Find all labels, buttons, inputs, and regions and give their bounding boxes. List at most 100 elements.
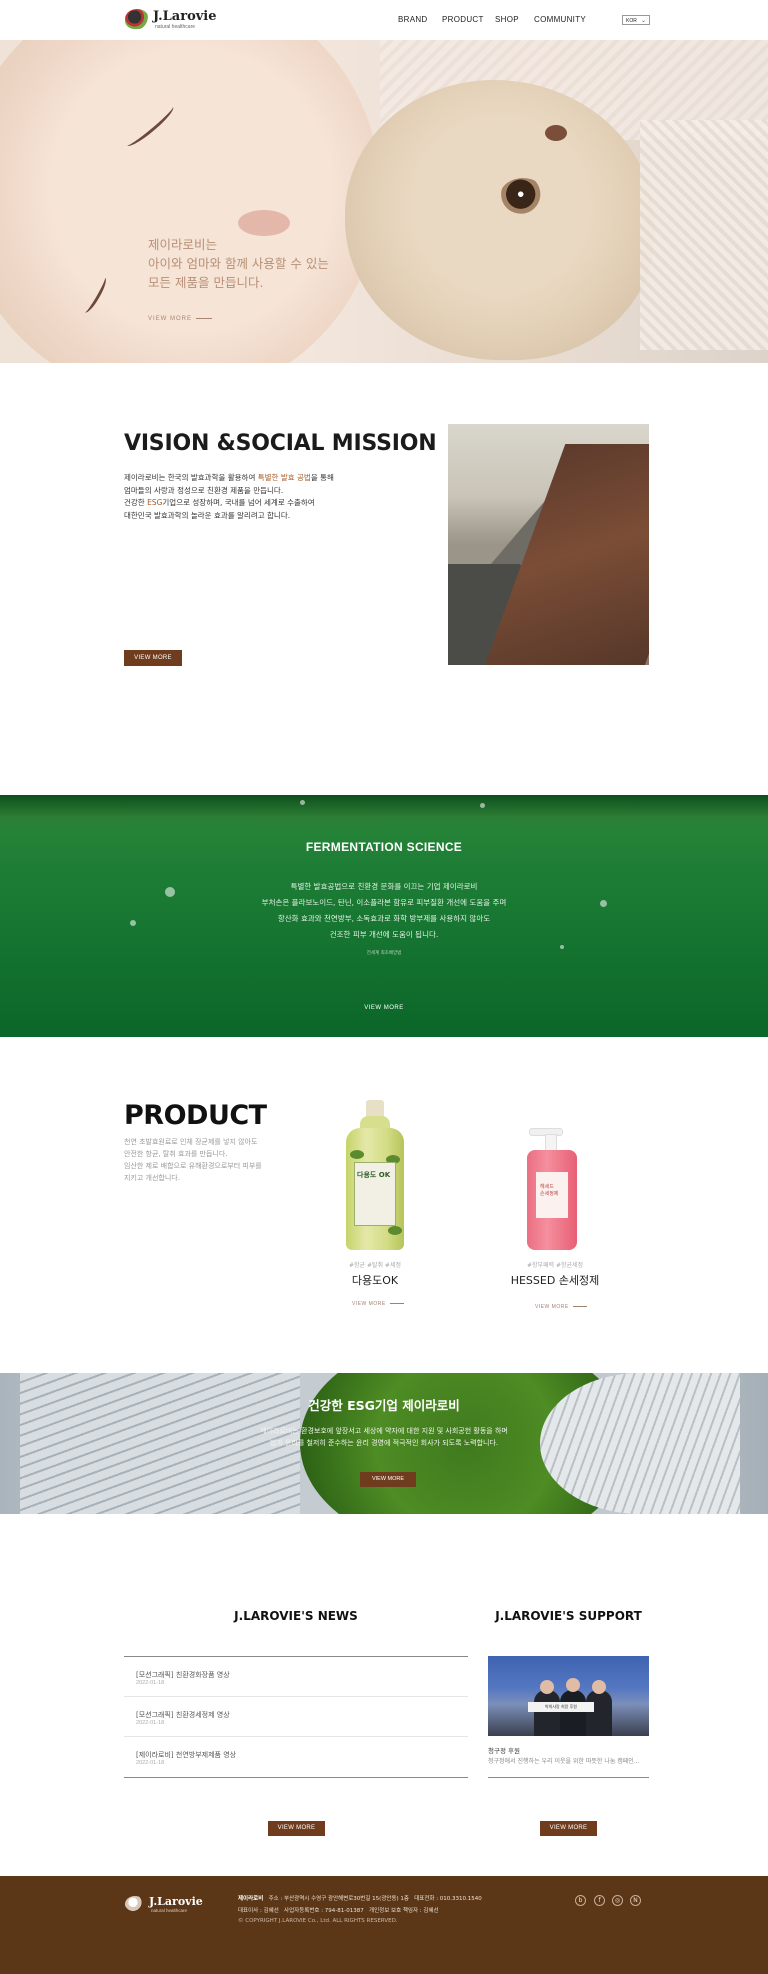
news-item[interactable]: [모션그래픽] 친환경화장품 영상 2022-01-18	[124, 1657, 468, 1697]
vision-text: 제이라로비는 한국의 발효과학을 활용하여 특별한 발효 공법을 통해 엄마들의…	[124, 472, 334, 522]
vision-line-4: 대한민국 발효과학의 놀라운 효과를 알리려고 합니다.	[124, 510, 291, 520]
logo-emblem-icon	[125, 9, 149, 29]
footer-company: 제이라로비	[238, 1896, 264, 1902]
product-tags: #항균 #탈취 #세정	[348, 1262, 402, 1269]
bottle-label-text: 다용도 OK	[357, 1171, 391, 1179]
support-photo: 박희사랑 희망 후원	[488, 1656, 649, 1736]
vision-line-3a: 건강한	[124, 498, 148, 507]
instagram-icon[interactable]: ◎	[612, 1895, 623, 1906]
photo-person	[586, 1690, 612, 1736]
footer-copyright: © COPYRIGHT J.LAROVIE Co., Ltd. ALL RIGH…	[238, 1918, 398, 1924]
vision-line-1c: 을 통해	[310, 473, 334, 482]
news-item-title: [제이라로비] 천연방부제제품 영상	[136, 1751, 237, 1759]
hero-child-face	[0, 40, 380, 363]
photo-banner: 박희사랑 희망 후원	[528, 1702, 594, 1712]
fermentation-section: FERMENTATION SCIENCE 특별한 발효공법으로 친환경 문화를 …	[0, 795, 768, 1037]
news-item-title: [모션그래픽] 친환경화장품 영상	[136, 1671, 230, 1679]
footer-phone: 대표전화 : 010.3310.1540	[414, 1896, 482, 1902]
nav-product[interactable]: PRODUCT	[442, 15, 484, 24]
chevron-down-icon: ⌄	[640, 18, 646, 24]
nav-shop[interactable]: SHOP	[495, 15, 519, 24]
arrow-right-icon	[196, 317, 213, 319]
language-select[interactable]: KOR ⌄	[622, 15, 650, 25]
bubble	[300, 800, 305, 805]
product-view-more-label: VIEW MORE	[352, 1301, 386, 1307]
vision-esg-highlight: ESG	[147, 498, 163, 507]
nav-community[interactable]: COMMUNITY	[534, 15, 586, 24]
product-image-multipurpose[interactable]: 다용도 OK	[346, 1100, 404, 1250]
esg-banner: 건강한 ESG기업 제이라로비 제이라로비는 환경보호에 앞장서고 세상에 약자…	[0, 1373, 768, 1514]
product-name[interactable]: HESSED 손세정제	[505, 1272, 605, 1288]
product-title: PRODUCT	[124, 1100, 267, 1131]
support-description: 청구정에서 진행하는 우리 이웃을 위한 따뜻한 나눔 캠페인...	[488, 1758, 640, 1765]
naver-icon[interactable]: N	[630, 1895, 641, 1906]
news-title: J.LAROVIE'S NEWS	[234, 1609, 358, 1623]
label-line: 손세정제	[540, 1191, 559, 1197]
hero-bear-eye	[500, 178, 546, 214]
arrow-right-icon	[572, 1306, 587, 1308]
support-card[interactable]: 박희사랑 희망 후원 청구정 후원 청구정에서 진행하는 우리 이웃을 위한 따…	[488, 1656, 649, 1778]
vision-view-more-button[interactable]: VIEW MORE	[124, 650, 182, 666]
vision-line-3c: 기업으로 성장하며, 국내를 넘어 세계로 수출하여	[162, 498, 315, 507]
product-line-1: 천연 초발효원료로 인체 장균제를 넣지 않아도	[124, 1138, 258, 1146]
ferm-line-2: 부처손은 플라보노이드, 탄닌, 이소플라본 함유로 피부질환 개선에 도움을 …	[261, 898, 507, 907]
leaf-icon	[350, 1150, 364, 1159]
bubble	[560, 945, 564, 949]
product-image-hand-soap[interactable]: 헤세드 손세정제	[527, 1128, 577, 1250]
footer-biz-number: 사업자등록번호 : 794-81-01387	[284, 1908, 364, 1914]
arrow-right-icon	[389, 1303, 404, 1305]
footer-logo[interactable]: J.Larovie natural healthcare	[125, 1894, 205, 1916]
photo-head	[592, 1680, 606, 1694]
site-header: J.Larovie natural healthcare BRAND PRODU…	[0, 0, 768, 40]
photo-person	[534, 1690, 560, 1736]
esg-view-more-button[interactable]: VIEW MORE	[360, 1472, 416, 1487]
hero-view-more-label: VIEW MORE	[148, 316, 193, 322]
label-line: 헤세드	[540, 1184, 554, 1190]
product-name[interactable]: 다용도OK	[330, 1272, 420, 1288]
support-view-more-button[interactable]: VIEW MORE	[540, 1821, 597, 1836]
site-footer: J.Larovie natural healthcare 제이라로비 주소 : …	[0, 1876, 768, 1974]
vision-highlight: 특별한 발효 공법	[257, 473, 311, 482]
logo-name: J.Larovie	[153, 9, 217, 24]
blog-icon[interactable]: b	[575, 1895, 586, 1906]
hero-view-more-link[interactable]: VIEW MORE	[148, 316, 213, 322]
vision-title: VISION &SOCIAL MISSION	[124, 431, 437, 456]
fermentation-view-more-link[interactable]: VIEW MORE	[0, 1005, 768, 1011]
news-item-date: 2022-01-18	[136, 1720, 165, 1726]
esg-text: 제이라로비는 환경보호에 앞장서고 세상에 약자에 대한 지원 및 사회공헌 활…	[0, 1425, 768, 1449]
bottle-label-text: 헤세드 손세정제	[540, 1184, 558, 1198]
ferm-line-3: 항산화 효과와 천연방부, 소독효과로 화학 방부제를 사용하지 않아도	[277, 914, 491, 923]
news-item[interactable]: [제이라로비] 천연방부제제품 영상 2022-01-18	[124, 1737, 468, 1777]
product-view-more-link[interactable]: VIEW MORE	[535, 1304, 587, 1310]
site-logo[interactable]: J.Larovie natural healthcare	[125, 8, 217, 32]
footer-ceo: 대표이사 : 김혜선	[238, 1908, 279, 1914]
vision-line-1: 제이라로비는 한국의 발효과학을 활용하여 특별한 발효 공법을 통해	[124, 472, 334, 485]
hero-bear-ear	[545, 125, 567, 141]
fermentation-subtext: 전세계 최초배양법	[366, 951, 402, 956]
product-line-4: 지키고 개선합니다.	[124, 1174, 180, 1182]
news-item-date: 2022-01-18	[136, 1760, 165, 1766]
photo-head	[540, 1680, 554, 1694]
logo-emblem-icon	[125, 1896, 145, 1912]
ferm-line-1: 특별한 발효공법으로 친환경 문화를 이끄는 기업 제이라로비	[290, 882, 478, 891]
footer-privacy-officer: 개인정보 보호 책임자 : 김혜선	[369, 1908, 439, 1914]
hero-knit	[640, 120, 768, 350]
esg-line-1: 제이라로비는 환경보호에 앞장서고 세상에 약자에 대한 지원 및 사회공헌 활…	[260, 1427, 508, 1435]
support-caption: 청구정 후원	[488, 1747, 520, 1755]
footer-logo-tagline: natural healthcare	[151, 1908, 188, 1913]
language-value: KOR	[626, 18, 637, 24]
ferm-line-4: 건조한 피부 개선에 도움이 됩니다.	[329, 930, 439, 939]
fermentation-text: 특별한 발효공법으로 친환경 문화를 이끄는 기업 제이라로비 부처손은 플라보…	[0, 879, 768, 943]
photo-head	[566, 1678, 580, 1692]
product-view-more-link[interactable]: VIEW MORE	[352, 1301, 404, 1307]
hero-line-1: 제이라로비는	[148, 237, 218, 252]
footer-logo-name: J.Larovie	[149, 1895, 203, 1908]
fermentation-title: FERMENTATION SCIENCE	[305, 840, 463, 854]
nav-brand[interactable]: BRAND	[398, 15, 428, 24]
vision-line-1a: 제이라로비는 한국의 발효과학을 활용하여	[124, 473, 258, 482]
facebook-icon[interactable]: f	[594, 1895, 605, 1906]
news-item[interactable]: [모션그래픽] 친환경세정제 영상 2022-01-18	[124, 1697, 468, 1737]
product-line-2: 안전한 항균, 탈취 효과를 만듭니다.	[124, 1150, 228, 1158]
photo-person	[560, 1690, 586, 1736]
news-view-more-button[interactable]: VIEW MORE	[268, 1821, 325, 1836]
